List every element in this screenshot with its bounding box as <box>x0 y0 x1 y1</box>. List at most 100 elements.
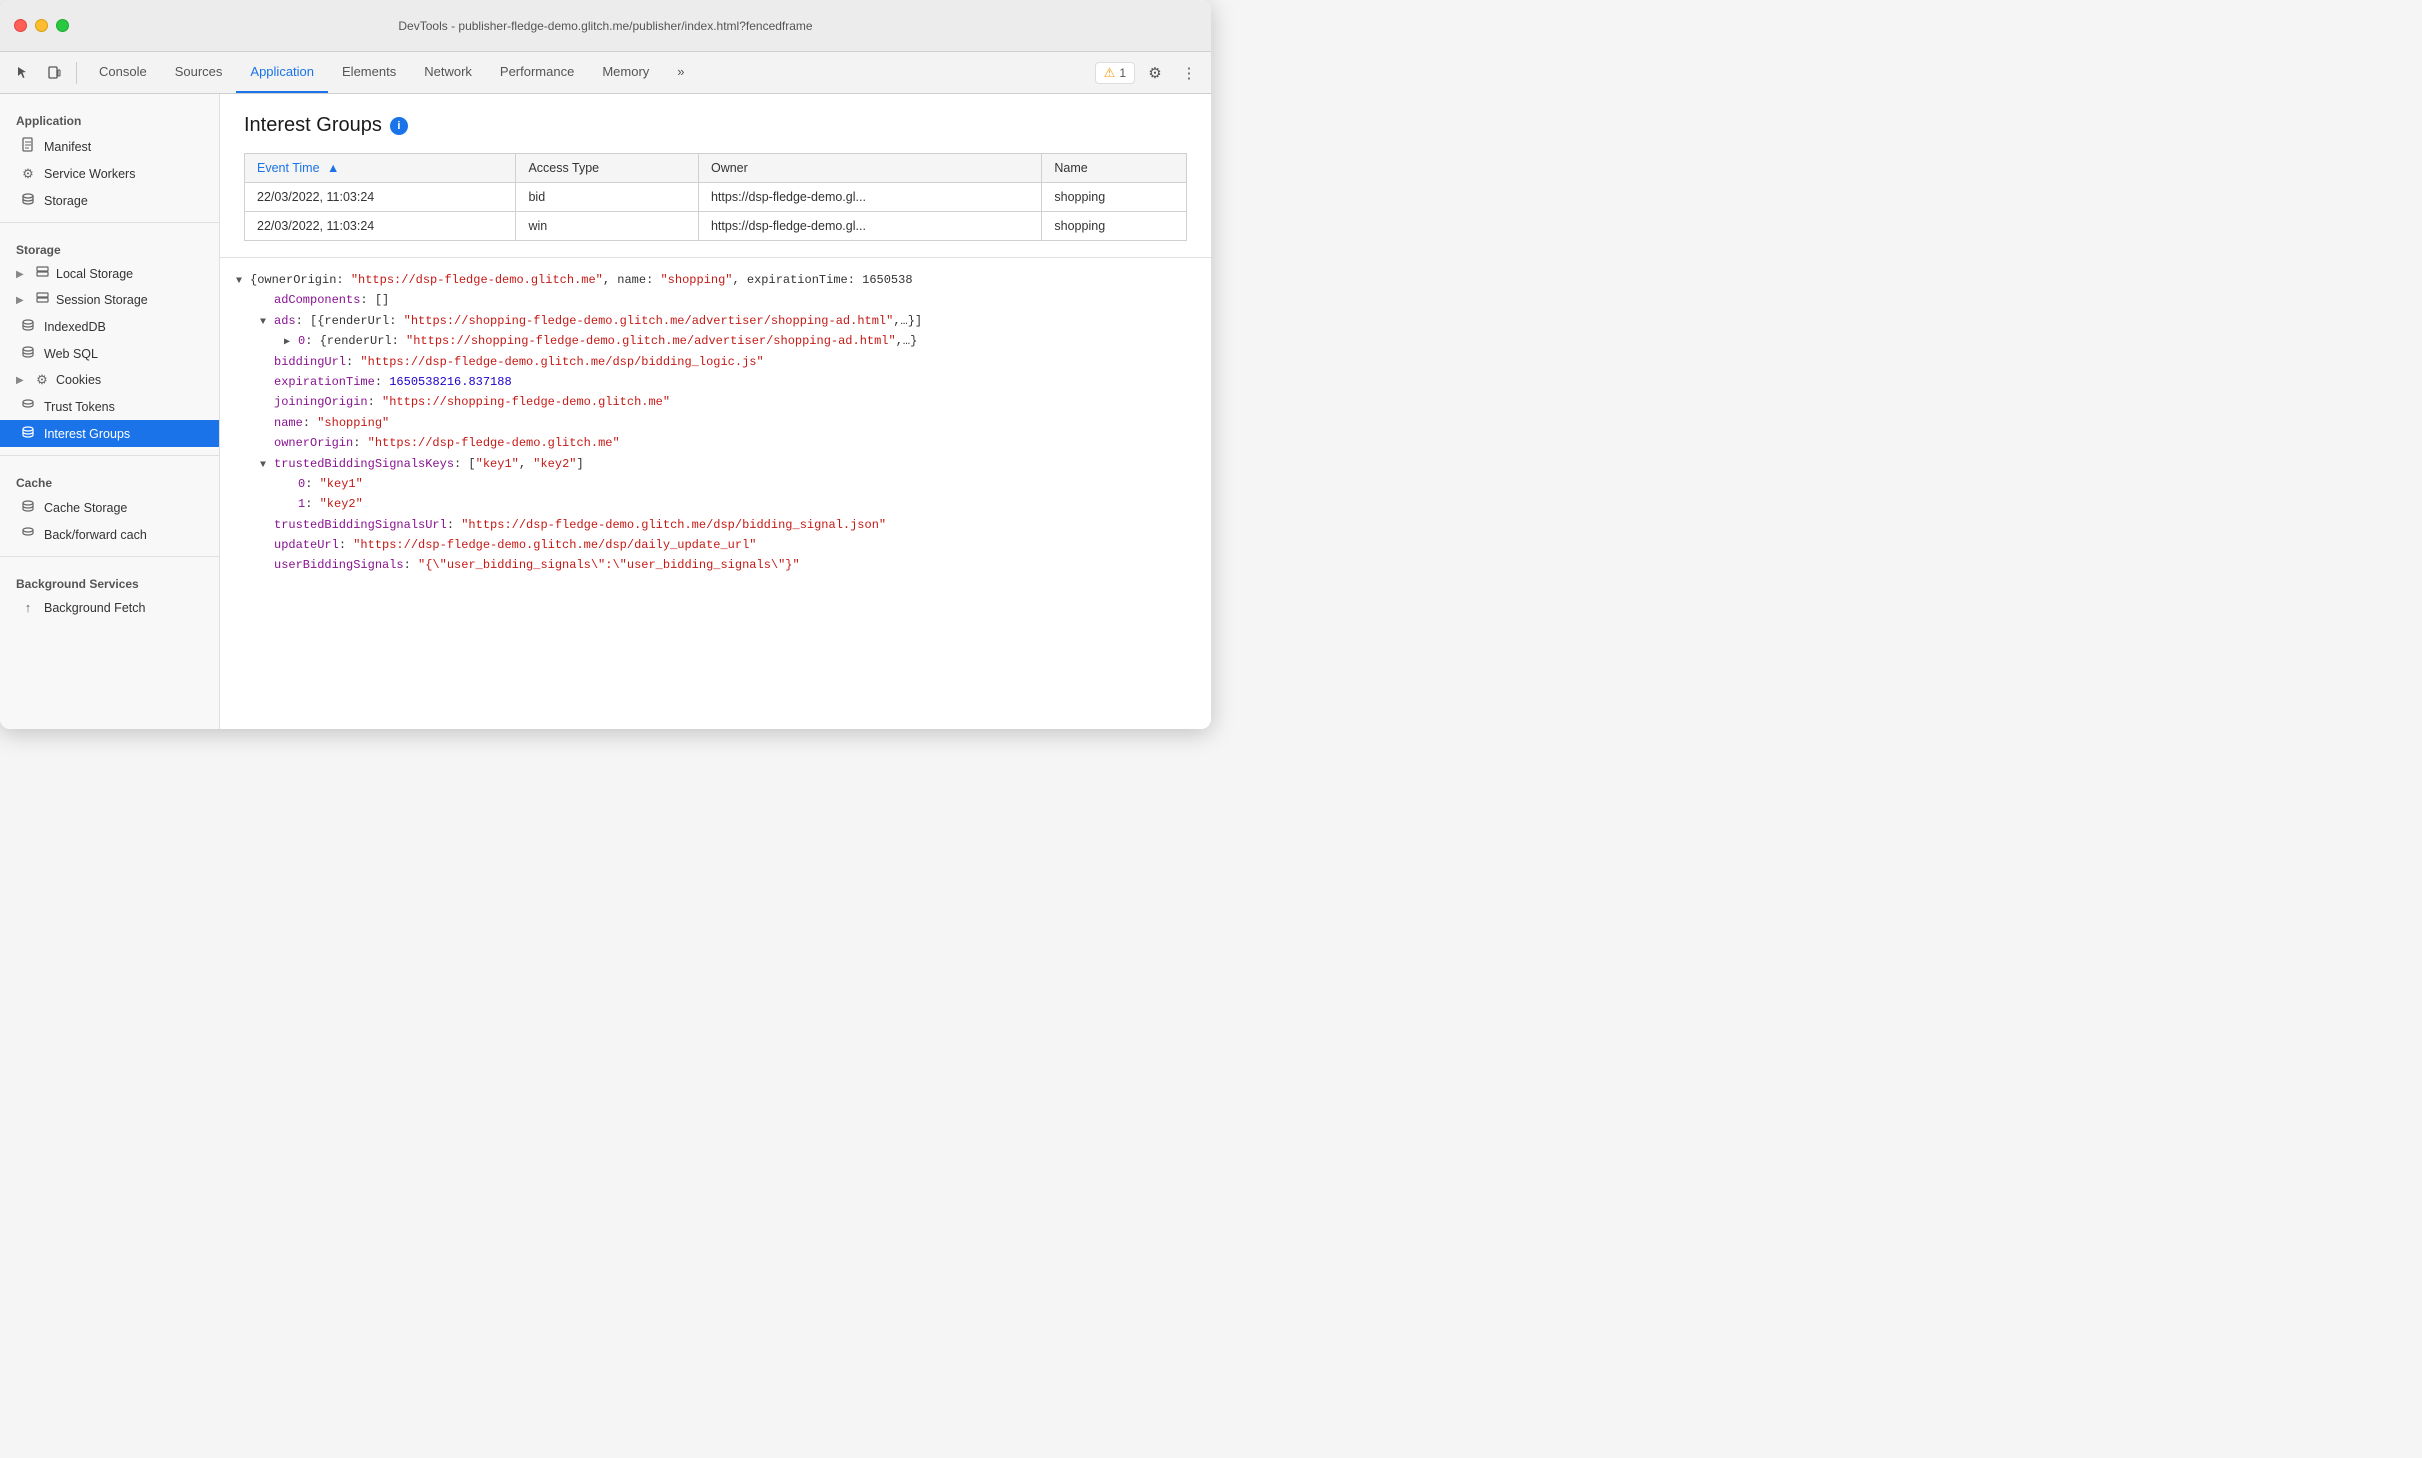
expand-icon-0[interactable] <box>236 273 250 290</box>
content-area: Interest Groups i Event Time ▲ Access Ty… <box>220 94 1211 729</box>
background-fetch-icon: ↑ <box>20 600 36 615</box>
cell-event-time-1: 22/03/2022, 11:03:24 <box>245 183 516 212</box>
table-header-row: Event Time ▲ Access Type Owner Name <box>245 154 1187 183</box>
sidebar-item-session-storage[interactable]: ▶ Session Storage <box>0 287 219 313</box>
warning-icon: ⚠ <box>1104 65 1116 81</box>
sidebar-item-storage-app[interactable]: Storage <box>0 187 219 214</box>
interest-groups-table: Event Time ▲ Access Type Owner Name 22/0… <box>244 153 1187 241</box>
sidebar-divider-2 <box>0 455 219 456</box>
sidebar-label-service-workers: Service Workers <box>44 167 135 181</box>
cookies-icon: ⚙ <box>34 372 50 388</box>
tab-console[interactable]: Console <box>85 52 161 93</box>
expand-icon-ads-0[interactable] <box>284 334 298 351</box>
cell-owner-2: https://dsp-fledge-demo.gl... <box>698 212 1041 241</box>
storage-app-icon <box>20 192 36 209</box>
detail-line-adcomponents: adComponents: [] <box>236 290 1195 310</box>
sidebar-item-background-fetch[interactable]: ↑ Background Fetch <box>0 595 219 620</box>
sidebar-item-indexeddb[interactable]: IndexedDB <box>0 313 219 340</box>
sidebar-label-web-sql: Web SQL <box>44 347 98 361</box>
sidebar-label-trust-tokens: Trust Tokens <box>44 400 115 414</box>
toolbar-tabs: Console Sources Application Elements Net… <box>85 52 1091 93</box>
cursor-icon[interactable] <box>8 59 36 87</box>
cell-name-2: shopping <box>1042 212 1187 241</box>
sidebar-item-interest-groups[interactable]: Interest Groups <box>0 420 219 447</box>
detail-line-trusted-url: trustedBiddingSignalsUrl: "https://dsp-f… <box>236 515 1195 535</box>
interest-groups-panel: Interest Groups i Event Time ▲ Access Ty… <box>220 94 1211 258</box>
sidebar-item-cache-storage[interactable]: Cache Storage <box>0 494 219 521</box>
tab-performance[interactable]: Performance <box>486 52 588 93</box>
devtools-window: DevTools - publisher-fledge-demo.glitch.… <box>0 0 1211 729</box>
sidebar-item-local-storage[interactable]: ▶ Local Storage <box>0 261 219 287</box>
web-sql-icon <box>20 345 36 362</box>
back-forward-icon <box>20 526 36 543</box>
sidebar-divider-3 <box>0 556 219 557</box>
tab-application[interactable]: Application <box>236 52 328 93</box>
sidebar-section-application: Application <box>0 102 219 132</box>
maximize-button[interactable] <box>56 19 69 32</box>
sidebar-item-cookies[interactable]: ▶ ⚙ Cookies <box>0 367 219 393</box>
col-access-type[interactable]: Access Type <box>516 154 699 183</box>
sidebar-label-interest-groups: Interest Groups <box>44 427 130 441</box>
sidebar-item-back-forward[interactable]: Back/forward cach <box>0 521 219 548</box>
detail-line-joining-origin: joiningOrigin: "https://shopping-fledge-… <box>236 392 1195 412</box>
sort-arrow-icon: ▲ <box>327 161 339 175</box>
detail-line-user-bidding: userBiddingSignals: "{\"user_bidding_sig… <box>236 555 1195 575</box>
local-storage-icon <box>34 266 50 282</box>
detail-line-expiration: expirationTime: 1650538216.837188 <box>236 372 1195 392</box>
more-options-button[interactable]: ⋮ <box>1175 59 1203 87</box>
ig-header: Interest Groups i <box>244 114 1187 137</box>
device-icon[interactable] <box>40 59 68 87</box>
col-owner[interactable]: Owner <box>698 154 1041 183</box>
detail-line-trusted-keys: trustedBiddingSignalsKeys: ["key1", "key… <box>236 454 1195 474</box>
sidebar-item-service-workers[interactable]: ⚙ Service Workers <box>0 161 219 187</box>
cell-name-1: shopping <box>1042 183 1187 212</box>
table-row[interactable]: 22/03/2022, 11:03:24 win https://dsp-fle… <box>245 212 1187 241</box>
close-button[interactable] <box>14 19 27 32</box>
col-event-time[interactable]: Event Time ▲ <box>245 154 516 183</box>
sidebar-section-cache: Cache <box>0 464 219 494</box>
info-icon[interactable]: i <box>390 117 408 135</box>
sidebar-item-trust-tokens[interactable]: Trust Tokens <box>0 393 219 420</box>
sidebar: Application Manifest ⚙ Service Workers S… <box>0 94 220 729</box>
session-storage-icon <box>34 292 50 308</box>
table-row[interactable]: 22/03/2022, 11:03:24 bid https://dsp-fle… <box>245 183 1187 212</box>
session-storage-chevron: ▶ <box>16 295 28 306</box>
detail-line-ads-0: 0: {renderUrl: "https://shopping-fledge-… <box>236 331 1195 351</box>
sidebar-section-storage: Storage <box>0 231 219 261</box>
detail-panel[interactable]: {ownerOrigin: "https://dsp-fledge-demo.g… <box>220 258 1211 729</box>
toolbar: Console Sources Application Elements Net… <box>0 52 1211 94</box>
warning-count: 1 <box>1119 66 1126 80</box>
col-name[interactable]: Name <box>1042 154 1187 183</box>
detail-line-bidding-url: biddingUrl: "https://dsp-fledge-demo.gli… <box>236 352 1195 372</box>
detail-line-key2: 1: "key2" <box>236 494 1195 514</box>
trust-tokens-icon <box>20 398 36 415</box>
expand-icon-ads[interactable] <box>260 314 274 331</box>
titlebar: DevTools - publisher-fledge-demo.glitch.… <box>0 0 1211 52</box>
cell-access-type-2: win <box>516 212 699 241</box>
tab-elements[interactable]: Elements <box>328 52 410 93</box>
settings-button[interactable]: ⚙ <box>1141 59 1169 87</box>
tab-sources[interactable]: Sources <box>161 52 237 93</box>
detail-line-ads: ads: [{renderUrl: "https://shopping-fled… <box>236 311 1195 331</box>
tab-more[interactable]: » <box>663 52 698 93</box>
sidebar-label-background-fetch: Background Fetch <box>44 601 145 615</box>
tab-network[interactable]: Network <box>410 52 486 93</box>
minimize-button[interactable] <box>35 19 48 32</box>
warning-badge[interactable]: ⚠ 1 <box>1095 62 1135 84</box>
cache-storage-icon <box>20 499 36 516</box>
sidebar-item-manifest[interactable]: Manifest <box>0 132 219 161</box>
sidebar-item-web-sql[interactable]: Web SQL <box>0 340 219 367</box>
sidebar-section-background: Background Services <box>0 565 219 595</box>
expand-icon-trusted-keys[interactable] <box>260 457 274 474</box>
tab-memory[interactable]: Memory <box>588 52 663 93</box>
service-workers-icon: ⚙ <box>20 166 36 182</box>
local-storage-chevron: ▶ <box>16 269 28 280</box>
manifest-icon <box>20 137 36 156</box>
sidebar-label-indexeddb: IndexedDB <box>44 320 106 334</box>
sidebar-label-back-forward: Back/forward cach <box>44 528 147 542</box>
sidebar-label-cache-storage: Cache Storage <box>44 501 127 515</box>
sidebar-label-session-storage: Session Storage <box>56 293 148 307</box>
cell-owner-1: https://dsp-fledge-demo.gl... <box>698 183 1041 212</box>
interest-groups-icon <box>20 425 36 442</box>
traffic-lights <box>14 19 69 32</box>
